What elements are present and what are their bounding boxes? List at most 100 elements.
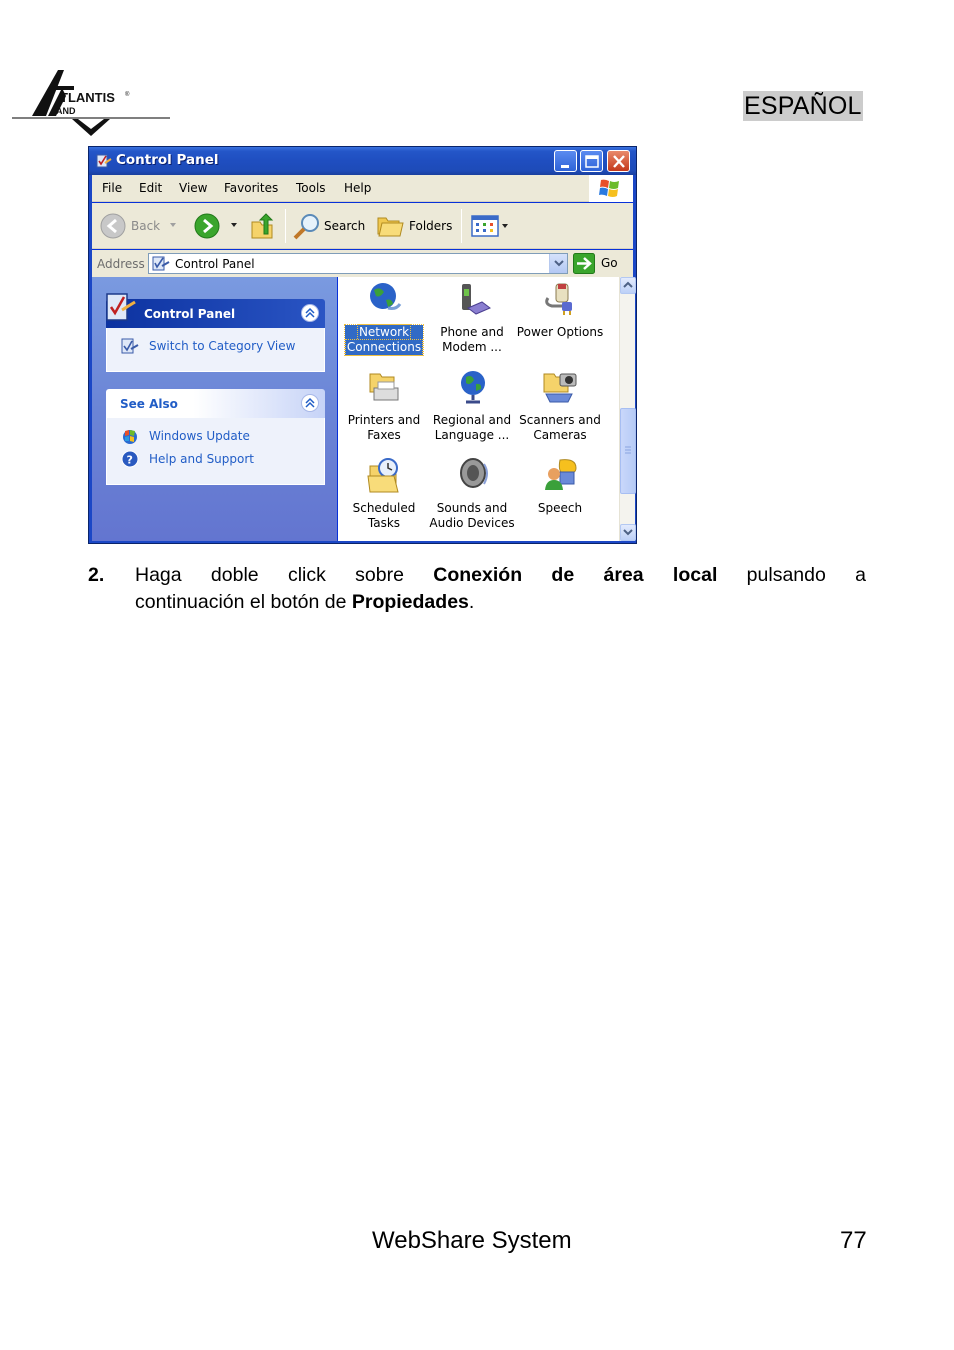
scroll-down-button[interactable]: [620, 524, 636, 541]
chevron-down-icon: [554, 260, 564, 267]
double-chevron-up-icon: [305, 397, 315, 408]
vertical-scrollbar[interactable]: [619, 277, 636, 541]
menu-favorites[interactable]: Favorites: [224, 181, 278, 195]
double-chevron-up-icon: [305, 307, 315, 318]
chevron-down-icon: [623, 529, 633, 536]
menu-view[interactable]: View: [179, 181, 207, 195]
help-and-support-link[interactable]: ? Help and Support: [121, 449, 324, 472]
item-label: Regional and Language ...: [432, 413, 512, 442]
switch-category-view-link[interactable]: Switch to Category View: [121, 336, 324, 359]
help-icon: ?: [121, 450, 139, 468]
close-icon: [613, 155, 625, 168]
speech-icon: [545, 459, 577, 490]
menu-tools[interactable]: Tools: [296, 181, 326, 195]
back-arrow-icon: [100, 213, 126, 239]
windows-update-link[interactable]: Windows Update: [121, 426, 324, 449]
svg-text:?: ?: [127, 454, 133, 467]
item-regional-language[interactable]: Regional and Language ...: [426, 365, 518, 451]
control-panel-large-icon: [106, 293, 136, 321]
panel-title: Control Panel: [144, 307, 236, 321]
views-button[interactable]: [471, 215, 511, 242]
item-label: Printers and Faxes: [347, 413, 421, 442]
close-button[interactable]: [607, 150, 630, 172]
atlantis-land-logo: TLANTIS ® AND: [12, 70, 170, 136]
scroll-up-button[interactable]: [620, 277, 636, 294]
address-dropdown-button[interactable]: [549, 254, 567, 273]
see-also-section: See Also Windows Update ? Help and Suppo…: [106, 389, 325, 485]
menu-help[interactable]: Help: [344, 181, 371, 195]
power-options-icon: [545, 283, 572, 315]
scroll-thumb[interactable]: [620, 408, 636, 494]
folders-icon: [377, 217, 404, 237]
minimize-button[interactable]: [554, 150, 577, 172]
back-button[interactable]: [100, 213, 126, 244]
menu-bar: File Edit View Favorites Tools Help: [92, 175, 633, 202]
folders-button[interactable]: [377, 214, 405, 243]
link-label: Switch to Category View: [149, 339, 296, 353]
regional-language-icon: [461, 371, 485, 404]
control-panel-items: Network Connections Phone and Modem ... Po…: [338, 277, 619, 541]
go-button[interactable]: Go: [573, 253, 629, 274]
panel-header[interactable]: See Also: [106, 389, 325, 418]
svg-text:®: ®: [125, 91, 130, 98]
phone-modem-icon: [462, 284, 491, 315]
forward-button[interactable]: [194, 213, 220, 244]
address-input[interactable]: Control Panel: [148, 253, 568, 274]
item-power-options[interactable]: Power Options: [514, 277, 606, 363]
grip-icon: [625, 446, 631, 454]
item-printers-faxes[interactable]: Printers and Faxes: [338, 365, 430, 451]
panel-header[interactable]: Control Panel: [106, 293, 325, 328]
scheduled-tasks-icon: [367, 458, 399, 493]
link-label: Help and Support: [149, 452, 254, 466]
up-folder-button[interactable]: [250, 212, 276, 245]
collapse-button[interactable]: [301, 304, 319, 322]
window-title: Control Panel: [116, 152, 219, 168]
svg-text:TLANTIS: TLANTIS: [60, 90, 115, 105]
search-button[interactable]: [292, 212, 322, 245]
category-view-icon: [121, 338, 139, 354]
footer-title: WebShare System: [372, 1227, 572, 1254]
item-scheduled-tasks[interactable]: Scheduled Tasks: [338, 453, 430, 539]
printers-faxes-icon: [369, 373, 399, 401]
views-icon: [471, 215, 508, 237]
network-connections-icon: [370, 283, 402, 310]
item-network-connections[interactable]: Network Connections: [338, 277, 430, 363]
search-icon: [293, 214, 319, 240]
sounds-audio-icon: [460, 458, 488, 488]
control-panel-icon: [96, 154, 112, 168]
item-label: Sounds and Audio Devices: [429, 501, 515, 530]
control-panel-icon: [152, 256, 170, 271]
item-label: Speech: [537, 501, 583, 515]
maximize-icon: [585, 155, 599, 168]
step-number: 2.: [88, 564, 105, 586]
task-pane: Control Panel Switch to Category View Se…: [92, 277, 337, 541]
go-arrow-icon: [573, 253, 595, 274]
collapse-button[interactable]: [301, 394, 319, 412]
item-speech[interactable]: Speech: [514, 453, 606, 539]
menu-file[interactable]: File: [102, 181, 122, 195]
panel-title: See Also: [120, 397, 178, 411]
item-phone-modem[interactable]: Phone and Modem ...: [426, 277, 518, 363]
item-scanners-cameras[interactable]: Scanners and Cameras: [514, 365, 606, 451]
back-label[interactable]: Back: [131, 219, 160, 233]
chevron-up-icon: [623, 281, 633, 288]
windows-flag-icon: [599, 179, 619, 197]
windows-update-icon: [123, 430, 137, 444]
forward-arrow-icon: [194, 213, 220, 239]
dropdown-arrow-icon[interactable]: [230, 221, 238, 229]
bold-term: Propiedades: [351, 591, 469, 613]
title-bar[interactable]: Control Panel: [89, 147, 636, 175]
search-label[interactable]: Search: [324, 219, 365, 233]
dropdown-arrow-icon[interactable]: [169, 221, 177, 229]
go-label: Go: [601, 256, 618, 270]
menu-edit[interactable]: Edit: [139, 181, 162, 195]
toolbar-separator: [285, 209, 286, 243]
folders-label[interactable]: Folders: [409, 219, 452, 233]
item-label: Scheduled Tasks: [352, 501, 416, 530]
svg-text:AND: AND: [56, 106, 76, 116]
up-folder-icon: [251, 213, 274, 239]
scanners-cameras-icon: [543, 373, 577, 403]
item-sounds-audio[interactable]: Sounds and Audio Devices: [426, 453, 518, 539]
item-label: Scanners and Cameras: [519, 413, 601, 442]
maximize-button[interactable]: [580, 150, 603, 172]
